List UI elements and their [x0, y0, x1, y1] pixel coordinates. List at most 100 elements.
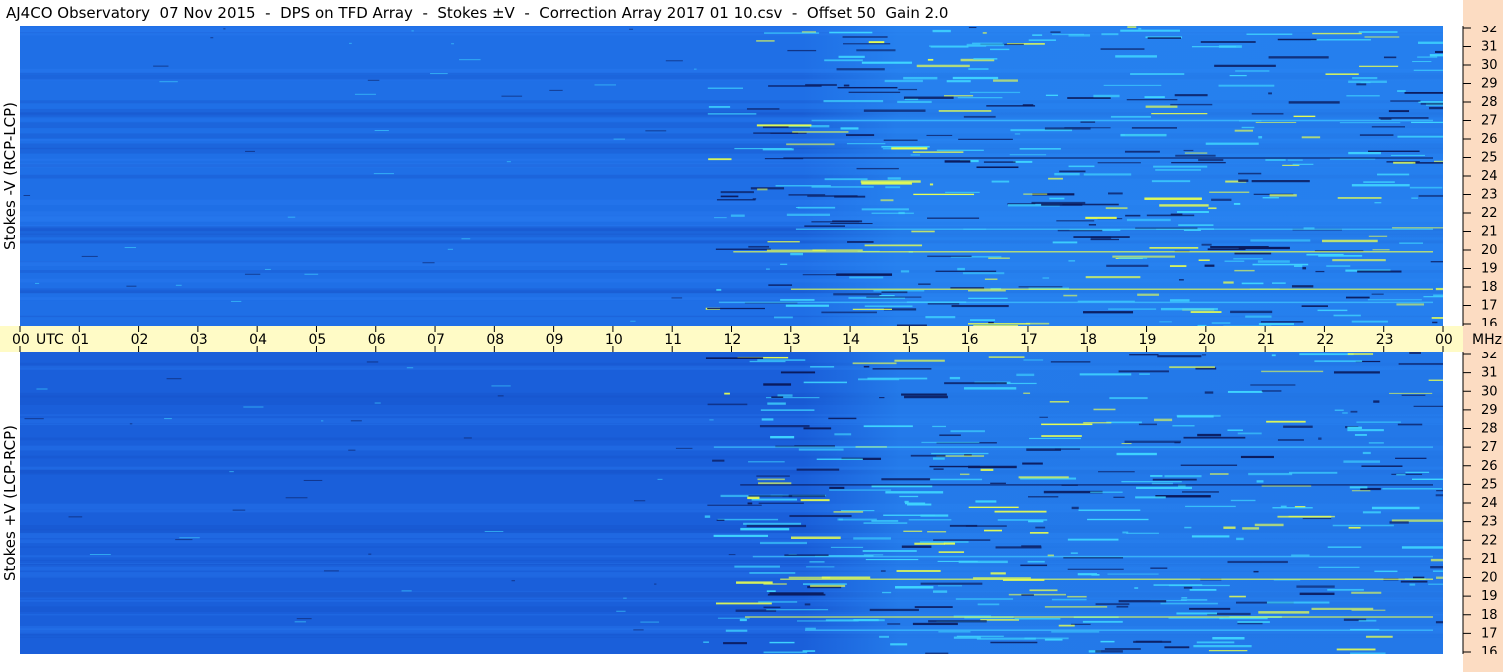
signal-streak	[1063, 294, 1078, 297]
signal-streak	[1071, 506, 1079, 510]
signal-streak	[704, 515, 711, 518]
signal-streak	[1268, 56, 1329, 59]
signal-streak	[1372, 249, 1390, 251]
signal-speck	[447, 248, 453, 250]
signal-streak	[730, 214, 745, 217]
frequency-line	[804, 629, 1433, 631]
y-tick-label: 16	[1481, 317, 1498, 326]
frequency-line	[752, 555, 1433, 558]
frequency-line	[718, 301, 1433, 304]
signal-streak	[995, 546, 1042, 549]
signal-streak	[766, 249, 826, 252]
signal-streak	[748, 461, 785, 463]
signal-streak	[842, 36, 888, 38]
signal-streak	[1134, 587, 1139, 589]
signal-streak	[865, 558, 919, 561]
signal-streak	[720, 191, 754, 194]
frequency-scale-top: 32 31 30 29 28 27 26 25 24 23 22 21 20 19 18 17 16	[1443, 26, 1503, 326]
signal-streak	[910, 154, 921, 156]
signal-streak	[716, 519, 725, 521]
signal-streak	[862, 550, 917, 552]
signal-streak	[1254, 523, 1284, 527]
signal-streak	[933, 590, 948, 593]
signal-streak	[1196, 641, 1235, 644]
signal-streak	[1345, 296, 1370, 299]
signal-streak	[949, 524, 978, 527]
signal-streak	[1204, 264, 1215, 267]
signal-streak	[1093, 94, 1120, 98]
signal-streak	[1097, 162, 1141, 164]
signal-streak	[1103, 84, 1162, 86]
spectrogram-bottom[interactable]	[20, 352, 1443, 654]
signal-streak	[1016, 373, 1035, 377]
signal-streak	[1257, 260, 1290, 263]
signal-streak	[1041, 423, 1093, 426]
signal-streak	[1311, 607, 1374, 610]
x-tick-label: 16	[961, 332, 979, 348]
signal-streak	[883, 139, 918, 142]
signal-streak	[925, 316, 956, 319]
signal-streak	[908, 519, 952, 521]
signal-streak	[861, 208, 909, 211]
signal-streak	[1233, 202, 1241, 205]
signal-streak	[1013, 160, 1033, 163]
signal-streak	[863, 554, 884, 556]
signal-streak	[1160, 307, 1218, 311]
signal-streak	[756, 40, 775, 42]
signal-streak	[891, 147, 928, 150]
signal-streak	[1189, 588, 1217, 591]
signal-streak	[1253, 570, 1259, 573]
y-tick-label: 25	[1481, 477, 1498, 492]
signal-streak	[1174, 441, 1181, 444]
signal-speck	[89, 553, 111, 555]
signal-streak	[708, 158, 732, 161]
signal-streak	[1359, 134, 1394, 136]
x-tick-label: 07	[427, 332, 445, 348]
signal-streak	[837, 518, 843, 521]
signal-streak	[1121, 480, 1182, 483]
signal-streak	[803, 381, 848, 384]
signal-streak	[1183, 436, 1246, 439]
signal-speck	[354, 93, 376, 95]
signal-streak	[863, 109, 926, 112]
signal-speck	[179, 537, 200, 539]
y-tick-label: 24	[1481, 496, 1498, 511]
signal-streak	[753, 132, 799, 134]
signal-speck	[463, 437, 472, 439]
signal-streak	[1083, 422, 1112, 424]
signal-streak	[1287, 159, 1303, 161]
y-tick-label: 18	[1481, 280, 1498, 295]
signal-streak	[932, 425, 946, 428]
signal-streak	[758, 502, 804, 504]
signal-streak	[1234, 129, 1254, 132]
signal-speck	[245, 150, 255, 152]
signal-streak	[823, 99, 884, 103]
signal-streak	[852, 308, 892, 310]
signal-speck	[367, 79, 380, 81]
daytime-region	[802, 26, 1443, 326]
y-tick-label: 27	[1481, 440, 1498, 455]
signal-speck	[164, 418, 172, 420]
signal-speck	[124, 247, 137, 249]
signal-streak	[712, 459, 725, 462]
signal-streak	[1351, 591, 1382, 594]
spectrogram-top[interactable]	[20, 26, 1443, 326]
signal-streak	[747, 496, 760, 500]
frequency-line	[733, 251, 1433, 253]
signal-streak	[1258, 136, 1263, 139]
signal-streak	[1318, 437, 1322, 440]
signal-streak	[1080, 121, 1096, 123]
signal-streak	[897, 100, 932, 104]
signal-streak	[805, 627, 816, 630]
signal-streak	[1108, 192, 1123, 195]
signal-streak	[938, 631, 971, 633]
signal-streak	[1357, 270, 1402, 273]
bottom-y-axis-label-area: Stokes +V (LCP-RCP)	[0, 352, 20, 654]
signal-speck	[665, 60, 683, 62]
signal-streak	[1224, 260, 1245, 262]
signal-streak	[1085, 216, 1117, 219]
signal-streak	[806, 566, 835, 568]
signal-streak	[821, 311, 877, 314]
signal-streak	[1105, 207, 1128, 210]
signal-streak	[1068, 165, 1095, 168]
